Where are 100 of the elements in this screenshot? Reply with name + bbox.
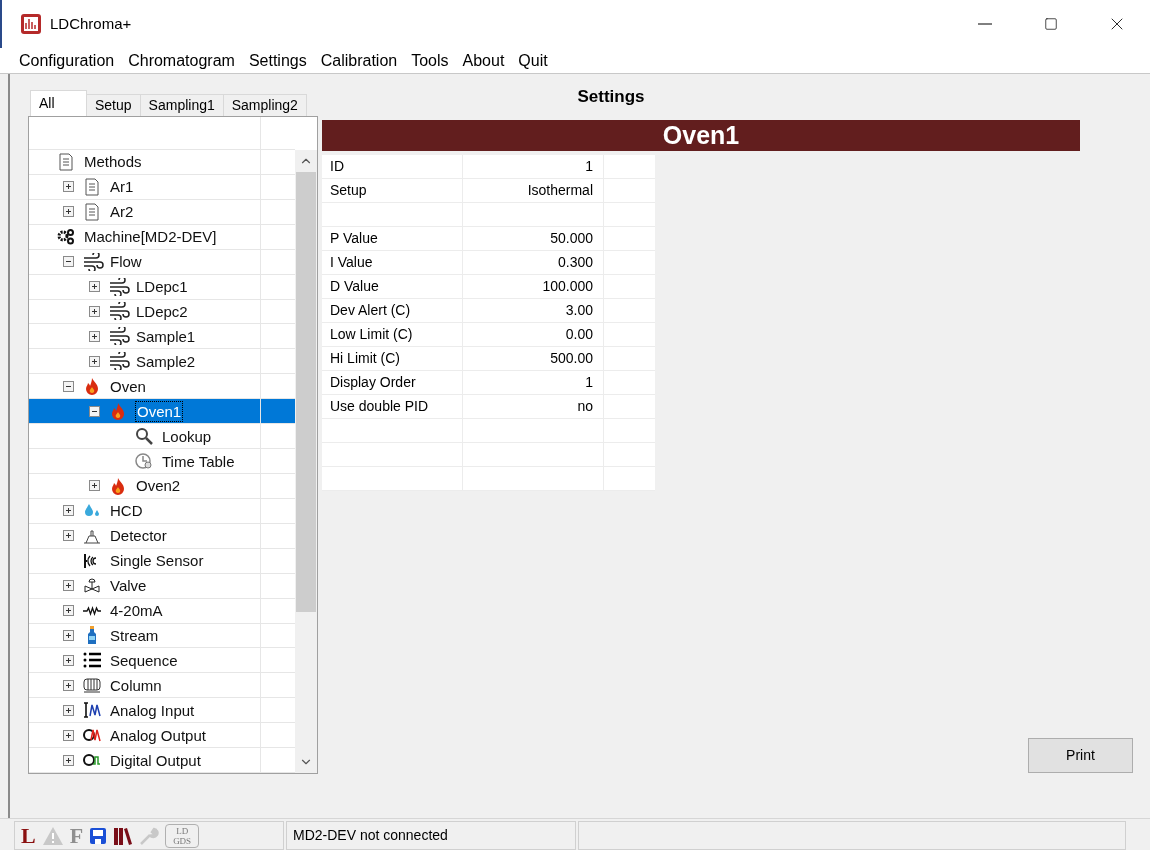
- tree-item[interactable]: Ar1: [29, 174, 295, 200]
- property-value[interactable]: 1: [463, 155, 604, 178]
- expand-toggle[interactable]: [63, 181, 74, 193]
- expand-toggle[interactable]: [89, 281, 100, 293]
- tree-item[interactable]: Lookup: [29, 424, 295, 450]
- plus-icon: [90, 481, 99, 491]
- expand-toggle[interactable]: [63, 605, 74, 617]
- property-value[interactable]: 50.000: [463, 227, 604, 250]
- property-value[interactable]: 0.00: [463, 323, 604, 346]
- tree-item-label: LDepc2: [135, 302, 189, 321]
- menu-item[interactable]: Calibration: [313, 48, 405, 73]
- list-icon: [83, 651, 101, 670]
- tree-item[interactable]: Detector: [29, 523, 295, 549]
- tree-item[interactable]: Oven2: [29, 474, 295, 499]
- expand-toggle[interactable]: [63, 704, 74, 716]
- print-button[interactable]: Print: [1028, 738, 1133, 773]
- menu-item[interactable]: Chromatogram: [121, 48, 242, 73]
- tree-item[interactable]: Sequence: [29, 648, 295, 674]
- flame-icon: [109, 402, 127, 421]
- tree-item-label: Sample2: [135, 351, 197, 371]
- expand-toggle[interactable]: [63, 629, 74, 641]
- tree-item[interactable]: Digital Output: [29, 748, 295, 773]
- expand-toggle[interactable]: [89, 306, 100, 317]
- tree-item[interactable]: Flow: [29, 249, 295, 275]
- property-name: P Value: [322, 227, 463, 250]
- plus-icon: [64, 755, 73, 765]
- minimize-icon: [978, 23, 992, 25]
- save-icon[interactable]: [89, 826, 108, 845]
- menu-item[interactable]: Settings: [241, 48, 314, 73]
- tree-item[interactable]: Oven1: [29, 399, 295, 425]
- property-value[interactable]: 1: [463, 371, 604, 394]
- flame-icon: [83, 377, 101, 396]
- document-icon: [83, 202, 101, 221]
- tree-item[interactable]: Sample1: [29, 324, 295, 350]
- tree-item[interactable]: Time Table: [29, 449, 295, 474]
- tree-item[interactable]: HCD: [29, 498, 295, 524]
- property-value[interactable]: 100.000: [463, 275, 604, 298]
- tab[interactable]: Sampling1: [139, 94, 224, 116]
- tree-item-label: Time Table: [161, 451, 236, 471]
- expand-toggle[interactable]: [63, 679, 74, 691]
- expand-toggle[interactable]: [89, 355, 100, 367]
- expand-toggle[interactable]: [63, 729, 74, 741]
- expand-toggle[interactable]: [89, 330, 100, 342]
- tree-item[interactable]: Single Sensor: [29, 548, 295, 574]
- scrollbar[interactable]: [295, 150, 317, 773]
- expand-toggle[interactable]: [63, 530, 74, 542]
- expand-toggle[interactable]: [63, 754, 74, 766]
- tree-item-label: Analog Output: [109, 725, 207, 745]
- tree-item[interactable]: Methods: [29, 150, 295, 175]
- property-name: ID: [322, 155, 463, 178]
- expand-toggle[interactable]: [63, 206, 74, 218]
- tree-item[interactable]: Analog Input: [29, 698, 295, 724]
- tab[interactable]: All: [30, 90, 87, 116]
- property-value[interactable]: no: [463, 395, 604, 418]
- property-value[interactable]: 500.00: [463, 347, 604, 370]
- property-value[interactable]: 0.300: [463, 251, 604, 274]
- column-coil-icon: [83, 676, 101, 695]
- menu-item[interactable]: Tools: [404, 48, 456, 73]
- tree-item-label: Methods: [83, 152, 143, 172]
- property-name: I Value: [322, 251, 463, 274]
- books-icon[interactable]: [113, 826, 134, 845]
- property-name: Dev Alert (C): [322, 299, 463, 322]
- tree-item[interactable]: Valve: [29, 573, 295, 599]
- expand-toggle[interactable]: [63, 654, 74, 666]
- property-name: D Value: [322, 275, 463, 298]
- tree-item-label: Flow: [109, 252, 143, 272]
- tree-item-label: Sequence: [109, 650, 179, 670]
- tree-item[interactable]: Machine[MD2-DEV]: [29, 224, 295, 250]
- expand-toggle[interactable]: [89, 480, 100, 492]
- tree-item[interactable]: LDepc2: [29, 299, 295, 325]
- menu-item[interactable]: About: [455, 48, 512, 73]
- tree-item[interactable]: Sample2: [29, 349, 295, 375]
- collapse-toggle[interactable]: [63, 380, 74, 392]
- property-name: Use double PID: [322, 395, 463, 418]
- tab[interactable]: Sampling2: [222, 94, 307, 116]
- settings-title: Settings: [577, 86, 645, 109]
- property-value[interactable]: 3.00: [463, 299, 604, 322]
- analog-input-icon: [83, 701, 101, 720]
- tree-item[interactable]: LDepc1: [29, 274, 295, 300]
- tree-item-label: Column: [109, 675, 163, 695]
- tree-item[interactable]: Stream: [29, 623, 295, 649]
- tree-item-label: Digital Output: [109, 750, 202, 770]
- expand-toggle[interactable]: [63, 505, 74, 517]
- property-value[interactable]: Isothermal: [463, 179, 604, 202]
- tree-item[interactable]: Analog Output: [29, 723, 295, 749]
- collapse-toggle[interactable]: [63, 256, 74, 268]
- plus-icon: [64, 531, 73, 541]
- expand-toggle[interactable]: [63, 580, 74, 592]
- plus-icon: [90, 331, 99, 341]
- tree-item[interactable]: Column: [29, 673, 295, 699]
- tab[interactable]: Setup: [86, 94, 141, 116]
- tree-item[interactable]: Ar2: [29, 199, 295, 225]
- menu-item[interactable]: Configuration: [12, 48, 122, 73]
- tree-item[interactable]: 4-20mA: [29, 598, 295, 624]
- tree-item-label: Oven1: [135, 400, 184, 422]
- status-letter-icon[interactable]: L: [21, 823, 36, 848]
- scrollbar-thumb[interactable]: [296, 172, 316, 612]
- gears-icon: [57, 227, 75, 246]
- menu-item[interactable]: Quit: [511, 48, 555, 73]
- collapse-toggle[interactable]: [89, 405, 100, 417]
